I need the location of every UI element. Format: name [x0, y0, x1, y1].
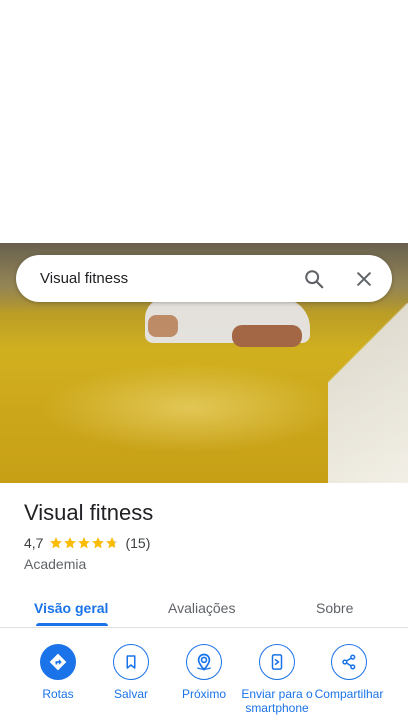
directions-button[interactable]: Rotas [18, 644, 98, 701]
send-to-phone-button[interactable]: Enviar para o smartphone [237, 644, 317, 715]
blank-area [0, 0, 408, 243]
star-icon [106, 537, 119, 549]
close-icon[interactable] [344, 259, 384, 299]
share-icon [331, 644, 367, 680]
star-icon [50, 537, 63, 549]
send-to-phone-icon [259, 644, 295, 680]
star-rating [49, 536, 119, 550]
share-label: Compartilhar [314, 687, 384, 701]
action-bar: Rotas Salvar Próximo Enviar para o smart… [0, 644, 408, 726]
directions-label: Rotas [42, 687, 74, 701]
nearby-label: Próximo [181, 687, 226, 701]
save-label: Salvar [113, 687, 148, 701]
tab-bar: Visão geral Avaliações Sobre [0, 588, 408, 628]
rating-row[interactable]: 4,7 (15) [24, 535, 150, 551]
active-tab-indicator [36, 623, 108, 626]
star-icon [64, 537, 77, 549]
star-icon [92, 537, 105, 549]
share-button[interactable]: Compartilhar [309, 644, 389, 701]
search-input[interactable]: Visual fitness [16, 270, 294, 287]
tab-about[interactable]: Sobre [316, 588, 353, 628]
reviews-count[interactable]: (15) [125, 535, 150, 551]
send-to-phone-label: Enviar para o smartphone [241, 687, 313, 715]
tab-reviews[interactable]: Avaliações [168, 588, 235, 628]
place-category[interactable]: Academia [24, 556, 86, 572]
place-title: Visual fitness [24, 500, 154, 525]
bookmark-icon [113, 644, 149, 680]
tab-overview[interactable]: Visão geral [34, 588, 108, 628]
directions-icon [40, 644, 76, 680]
rating-value: 4,7 [24, 535, 44, 551]
search-bar[interactable]: Visual fitness [16, 255, 392, 302]
nearby-icon [186, 644, 222, 680]
search-icon[interactable] [294, 259, 334, 299]
nearby-button[interactable]: Próximo [164, 644, 244, 701]
save-button[interactable]: Salvar [91, 644, 171, 701]
star-icon [78, 537, 91, 549]
